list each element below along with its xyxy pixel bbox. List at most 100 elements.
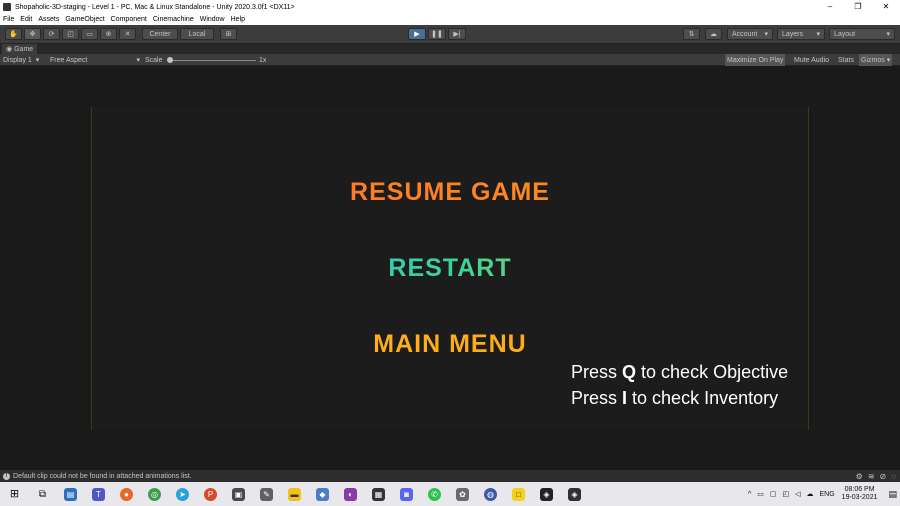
rect-tool-icon[interactable]: ▭ [81, 28, 98, 40]
collab-icon[interactable]: ⇅ [683, 28, 700, 40]
telegram-icon[interactable]: ➤ [176, 487, 189, 501]
unity-editor-icon[interactable]: ◈ [568, 487, 581, 501]
hand-tool-icon[interactable]: ✋ [5, 28, 22, 40]
volume-icon[interactable]: ◁ [795, 490, 800, 498]
scale-tool-icon[interactable]: ◰ [62, 28, 79, 40]
onedrive-icon[interactable]: ☁ [807, 490, 814, 498]
taskbar: ⊞ ⧉ ▤ T ● ◎ ➤ P ▣ ✎ ▬ ◆ ◐ ▦ ◙ ✆ ✿ ◍ □ ◈ … [0, 482, 900, 506]
sticky-notes-icon[interactable]: ▬ [288, 487, 301, 501]
hint-text: to check Inventory [627, 388, 779, 408]
main-menu-button[interactable]: MAIN MENU [92, 330, 808, 359]
file-explorer-icon[interactable]: ▤ [64, 487, 77, 501]
start-icon[interactable]: ⊞ [8, 488, 21, 501]
game-toolbar: Display 1 ▾ Free Aspect ▾ Scale 1x Maxim… [0, 54, 900, 66]
gizmos-toggle[interactable]: Gizmos ▾ [859, 54, 893, 66]
auto-generate-lighting-icon[interactable]: ⚙ [856, 472, 863, 481]
chevron-up-icon[interactable]: ^ [748, 491, 751, 498]
maximize-button[interactable]: ❐ [844, 0, 872, 14]
cache-server-icon[interactable]: ≋ [868, 472, 875, 481]
window-title: Shopaholic-3D-staging - Level 1 - PC, Ma… [15, 3, 295, 11]
game-viewport: RESUME GAME RESTART MAIN MENU Press Q to… [91, 107, 809, 430]
stats-toggle[interactable]: Stats [836, 54, 856, 66]
resume-game-button[interactable]: RESUME GAME [92, 178, 808, 207]
display-icon[interactable]: ▢ [770, 490, 777, 498]
aspect-label: Free Aspect [50, 56, 88, 64]
network-icon[interactable]: ◰ [782, 490, 789, 498]
chevron-down-icon: ▾ [886, 57, 891, 64]
chrome-icon[interactable]: ◎ [148, 487, 161, 501]
chevron-down-icon: ▾ [35, 57, 40, 64]
hint-text: Press [571, 388, 623, 408]
menu-window[interactable]: Window [200, 16, 225, 23]
menu-edit[interactable]: Edit [20, 16, 32, 23]
whatsapp-icon[interactable]: ✆ [428, 487, 441, 501]
notification-icon[interactable]: ▤ [888, 489, 897, 500]
grid-snap-icon[interactable]: ⊞ [220, 28, 237, 40]
restart-button[interactable]: RESTART [92, 254, 808, 283]
tab-game[interactable]: ◉ Game [2, 44, 38, 54]
display-dropdown[interactable]: Display 1 ▾ [3, 54, 39, 66]
status-message[interactable]: Default clip could not be found in attac… [13, 473, 192, 480]
visual-studio-icon[interactable]: ◆ [316, 487, 329, 501]
clock-date: 19-03-2021 [841, 494, 878, 501]
gizmos-label: Gizmos [861, 56, 885, 64]
teams-icon[interactable]: T [92, 487, 105, 501]
rotate-tool-icon[interactable]: ⟳ [43, 28, 60, 40]
menu-file[interactable]: File [3, 16, 14, 23]
unity-icon [3, 3, 11, 11]
scale-slider-track[interactable] [170, 60, 256, 61]
menu-help[interactable]: Help [231, 16, 245, 23]
menu-gameobject[interactable]: GameObject [65, 16, 104, 23]
pivot-center-button[interactable]: Center [142, 28, 178, 40]
custom-tool-icon[interactable]: ✕ [119, 28, 136, 40]
unity-hub-icon[interactable]: ◈ [540, 487, 553, 501]
aspect-dropdown[interactable]: Free Aspect ▾ [50, 54, 140, 66]
menu-component[interactable]: Component [111, 16, 147, 23]
account-dropdown[interactable]: Account ▾ [727, 28, 773, 40]
cloud-icon[interactable]: ☁ [705, 28, 722, 40]
browser-icon[interactable]: ◍ [484, 487, 497, 501]
firefox-icon[interactable]: ● [120, 487, 133, 501]
account-label: Account [732, 30, 758, 38]
play-button[interactable]: ▶ [408, 28, 426, 40]
move-tool-icon[interactable]: ✥ [24, 28, 41, 40]
game-tab-bar: ◉ Game [0, 44, 900, 54]
task-view-icon[interactable]: ⧉ [36, 488, 49, 501]
close-button[interactable]: ✕ [872, 0, 900, 14]
battery-icon[interactable]: ▭ [757, 490, 764, 498]
github-icon[interactable]: ◐ [344, 487, 357, 501]
minimize-button[interactable]: – [816, 0, 844, 14]
paint-icon[interactable]: ✎ [260, 487, 273, 501]
game-panel: RESUME GAME RESTART MAIN MENU Press Q to… [0, 66, 900, 470]
clock[interactable]: 08:06 PM 19-03-2021 [842, 486, 878, 502]
main-toolbar: ✋ ✥ ⟳ ◰ ▭ ⊕ ✕ Center Local ⊞ ▶ ❚❚ ▶| ⇅ ☁… [0, 25, 900, 44]
terminal-icon[interactable]: ▦ [372, 487, 385, 501]
notes-icon[interactable]: □ [512, 487, 525, 501]
progress-icon[interactable]: ◌ [891, 472, 896, 481]
clock-time: 08:06 PM [844, 486, 875, 493]
pivot-local-button[interactable]: Local [180, 28, 214, 40]
app-icon[interactable]: ✿ [456, 487, 469, 501]
step-button[interactable]: ▶| [448, 28, 466, 40]
chevron-down-icon: ▾ [764, 31, 768, 38]
layout-dropdown[interactable]: Layout ▾ [829, 28, 895, 40]
discord-icon[interactable]: ◙ [400, 487, 413, 501]
pause-button[interactable]: ❚❚ [428, 28, 446, 40]
scale-label: Scale [145, 56, 163, 64]
photos-icon[interactable]: ▣ [232, 487, 245, 501]
language-indicator[interactable]: ENG [820, 491, 835, 498]
maximize-on-play-toggle[interactable]: Maximize On Play [725, 54, 786, 66]
info-icon: ! [3, 472, 10, 480]
transform-tool-icon[interactable]: ⊕ [100, 28, 117, 40]
scale-slider-handle[interactable] [167, 57, 173, 63]
menu-assets[interactable]: Assets [38, 16, 59, 23]
menu-cinemachine[interactable]: Cinemachine [153, 16, 194, 23]
hint-text: to check Objective [636, 362, 789, 382]
postman-icon[interactable]: P [204, 487, 217, 501]
debug-mode-icon[interactable]: ⊘ [880, 472, 887, 481]
mute-audio-toggle[interactable]: Mute Audio [792, 54, 831, 66]
layers-dropdown[interactable]: Layers ▾ [777, 28, 825, 40]
system-tray: ^ ▭ ▢ ◰ ◁ ☁ ENG 08:06 PM 19-03-2021 ▤ [745, 482, 900, 506]
scale-value: 1x [259, 56, 267, 64]
pivot-center-label: Center [149, 30, 171, 38]
